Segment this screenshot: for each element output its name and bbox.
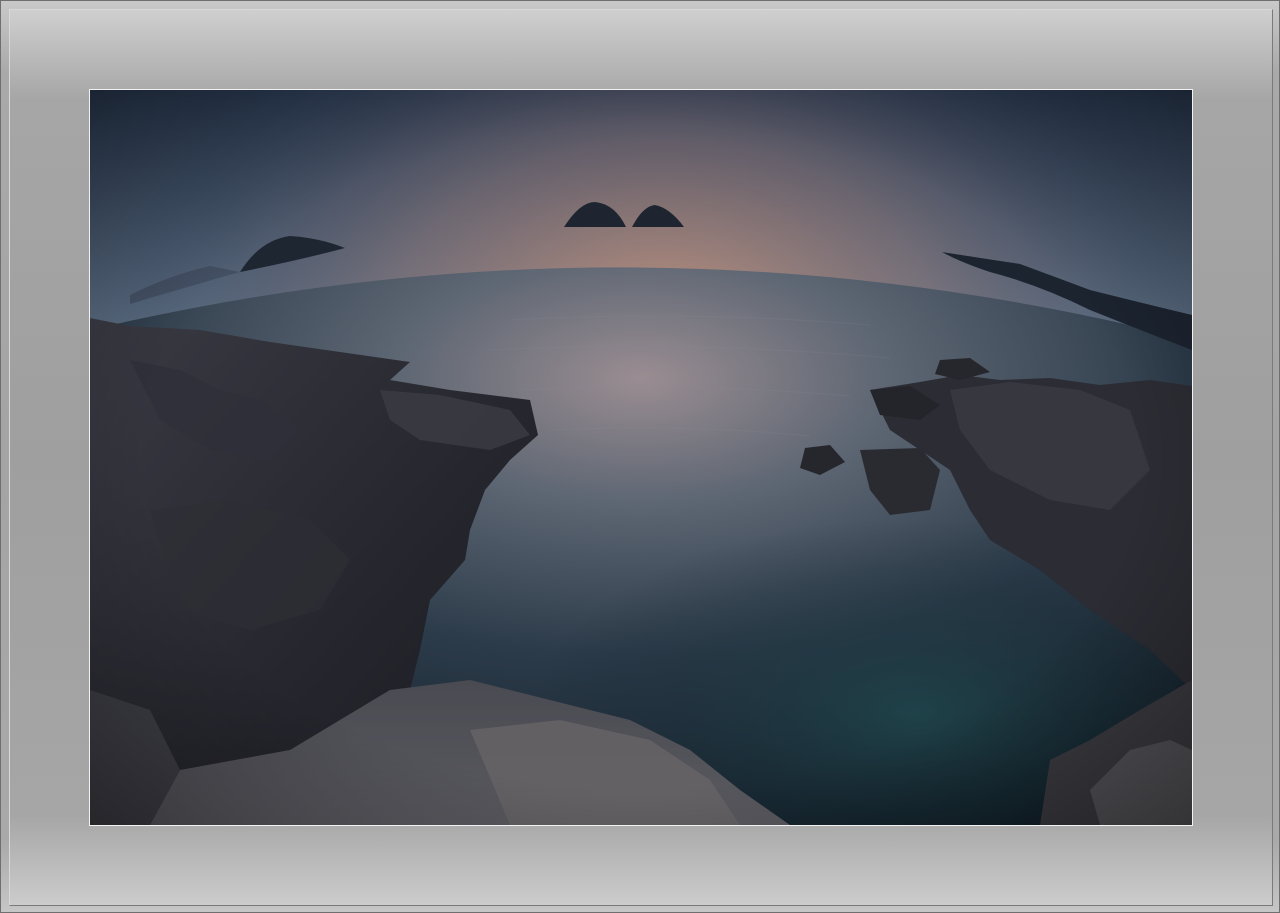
photo-mat	[89, 89, 1193, 826]
seascape-photo	[90, 90, 1192, 825]
picture-frame	[0, 0, 1280, 913]
vignette	[90, 90, 1192, 825]
